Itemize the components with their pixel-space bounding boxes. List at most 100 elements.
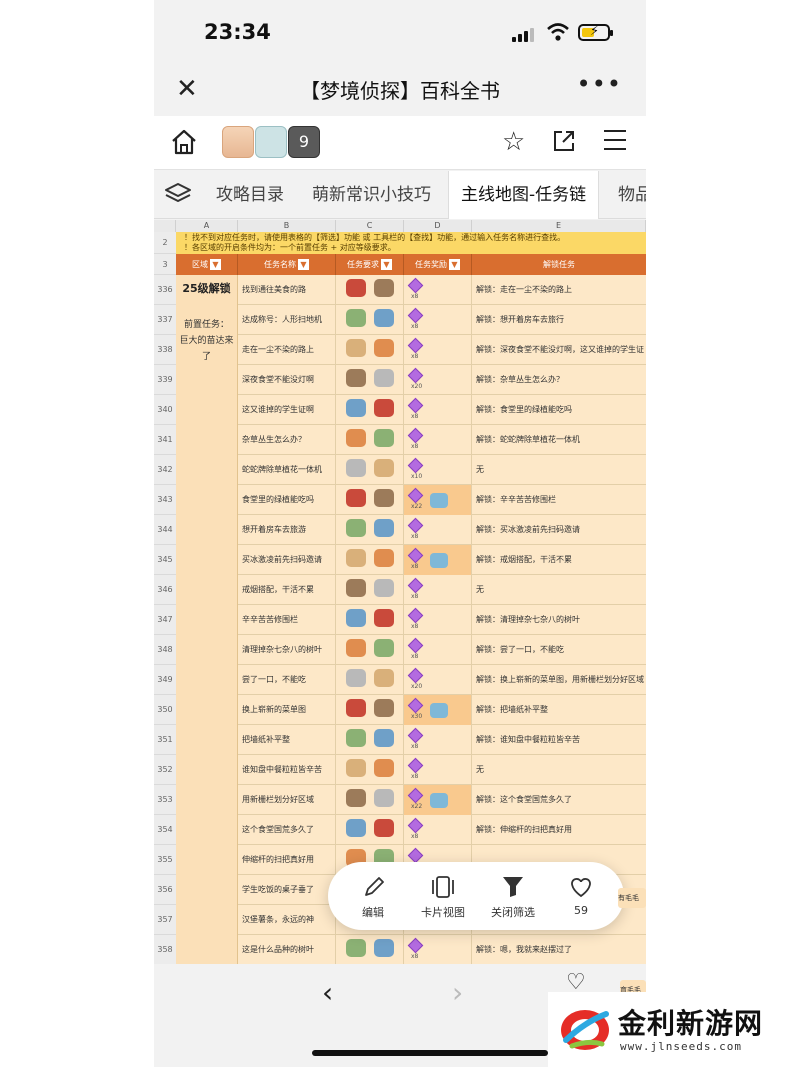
table-row[interactable]: 这是什么品种的树叶 x8 解锁：嗯，我就来赵摆过了 <box>238 935 646 964</box>
reward-cell[interactable]: x8 <box>404 635 472 665</box>
requirement-cell[interactable] <box>336 575 404 605</box>
unlock-cell[interactable]: 解锁：食堂里的绿植能吃吗 <box>472 395 646 425</box>
task-name-cell[interactable]: 这个食堂国荒多久了 <box>238 815 336 845</box>
home-indicator[interactable] <box>312 1050 548 1056</box>
table-row[interactable]: 换上崭新的菜单图 x30 解锁：把墙纸补平整 <box>238 695 646 725</box>
task-name-cell[interactable]: 尝了一口，不能吃 <box>238 665 336 695</box>
table-row[interactable]: 用新栅栏划分好区域 x22 解锁：这个食堂国荒多久了 <box>238 785 646 815</box>
requirement-cell[interactable] <box>336 605 404 635</box>
table-row[interactable]: 这又谁掉的学生证啊 x8 解锁：食堂里的绿植能吃吗 <box>238 395 646 425</box>
more-options-icon[interactable]: ••• <box>577 70 622 98</box>
row-header[interactable]: 345 <box>154 545 176 575</box>
filter-icon[interactable]: ▼ <box>449 259 460 270</box>
row-header[interactable]: 346 <box>154 575 176 605</box>
header-reward[interactable]: 任务奖励 ▼ <box>404 254 472 275</box>
row-header[interactable]: 2 <box>154 232 176 254</box>
header-requirement[interactable]: 任务要求 ▼ <box>336 254 404 275</box>
row-header[interactable]: 351 <box>154 725 176 755</box>
menu-icon[interactable] <box>604 130 626 152</box>
row-header[interactable]: 354 <box>154 815 176 845</box>
tab-main-map-quest-chain[interactable]: 主线地图-任务链 <box>448 171 600 219</box>
collaborator-avatar[interactable] <box>222 126 254 158</box>
unlock-cell[interactable]: 解锁：尝了一口，不能吃 <box>472 635 646 665</box>
task-name-cell[interactable]: 杂草丛生怎么办？ <box>238 425 336 455</box>
reward-cell[interactable]: x10 <box>404 455 472 485</box>
table-row[interactable]: 想开着房车去旅游 x8 解锁：买冰激凌前先扫码邀请 <box>238 515 646 545</box>
like-button[interactable]: 59 <box>546 862 616 930</box>
requirement-cell[interactable] <box>336 275 404 305</box>
tab-items[interactable]: 物品 <box>618 171 646 219</box>
unlock-cell[interactable]: 解锁：杂草丛生怎么办？ <box>472 365 646 395</box>
reward-cell[interactable]: x8 <box>404 335 472 365</box>
row-header[interactable]: 3 <box>154 254 176 275</box>
row-header[interactable]: 338 <box>154 335 176 365</box>
back-arrow-icon[interactable]: ‹ <box>322 976 333 1009</box>
task-name-cell[interactable]: 食堂里的绿植能吃吗 <box>238 485 336 515</box>
reward-cell[interactable]: x8 <box>404 545 472 575</box>
reward-cell[interactable]: x8 <box>404 305 472 335</box>
requirement-cell[interactable] <box>336 815 404 845</box>
collaborator-avatar[interactable] <box>255 126 287 158</box>
filter-icon[interactable]: ▼ <box>210 259 221 270</box>
region-cell[interactable]: 25级解锁 前置任务： 巨大的苗达来了 <box>176 275 238 964</box>
reward-cell[interactable]: x8 <box>404 395 472 425</box>
unlock-cell[interactable]: 无 <box>472 455 646 485</box>
row-header[interactable]: 348 <box>154 635 176 665</box>
unlock-cell[interactable]: 解锁：换上崭新的菜单图，用新栅栏划分好区域 <box>472 665 646 695</box>
row-header[interactable]: 349 <box>154 665 176 695</box>
task-name-cell[interactable]: 找到通往美食的路 <box>238 275 336 305</box>
reward-cell[interactable]: x8 <box>404 755 472 785</box>
unlock-cell[interactable]: 解锁：蛇蛇牌除草植花一体机 <box>472 425 646 455</box>
reward-cell[interactable]: x30 <box>404 695 472 725</box>
row-header[interactable]: 344 <box>154 515 176 545</box>
column-header[interactable]: B <box>238 220 336 232</box>
reward-cell[interactable]: x8 <box>404 575 472 605</box>
requirement-cell[interactable] <box>336 755 404 785</box>
requirement-cell[interactable] <box>336 695 404 725</box>
task-name-cell[interactable]: 汉堡薯条，永远的神 <box>238 905 336 935</box>
row-header[interactable]: 347 <box>154 605 176 635</box>
task-name-cell[interactable]: 清理掉杂七杂八的树叶 <box>238 635 336 665</box>
task-name-cell[interactable]: 这又谁掉的学生证啊 <box>238 395 336 425</box>
unlock-cell[interactable]: 解锁：辛辛苦苦修围栏 <box>472 485 646 515</box>
row-header[interactable]: 342 <box>154 455 176 485</box>
unlock-cell[interactable]: 解锁：清理掉杂七杂八的树叶 <box>472 605 646 635</box>
requirement-cell[interactable] <box>336 365 404 395</box>
row-header[interactable]: 340 <box>154 395 176 425</box>
reward-cell[interactable]: x8 <box>404 815 472 845</box>
row-header[interactable]: 336 <box>154 275 176 305</box>
row-header[interactable]: 352 <box>154 755 176 785</box>
requirement-cell[interactable] <box>336 335 404 365</box>
reward-cell[interactable]: x8 <box>404 935 472 964</box>
table-row[interactable]: 找到通往美食的路 x8 解锁：走在一尘不染的路上 <box>238 275 646 305</box>
row-header[interactable]: 355 <box>154 845 176 875</box>
task-name-cell[interactable]: 谁知盘中餐粒粒皆辛苦 <box>238 755 336 785</box>
row-header[interactable]: 339 <box>154 365 176 395</box>
reward-cell[interactable]: x22 <box>404 485 472 515</box>
table-row[interactable]: 清理掉杂七杂八的树叶 x8 解锁：尝了一口，不能吃 <box>238 635 646 665</box>
reward-cell[interactable]: x20 <box>404 365 472 395</box>
requirement-cell[interactable] <box>336 455 404 485</box>
task-name-cell[interactable]: 用新栅栏划分好区域 <box>238 785 336 815</box>
unlock-cell[interactable]: 解锁：走在一尘不染的路上 <box>472 275 646 305</box>
row-header[interactable]: 357 <box>154 905 176 935</box>
row-header[interactable]: 350 <box>154 695 176 725</box>
table-row[interactable]: 戒烟搭配，干活不累 x8 无 <box>238 575 646 605</box>
task-name-cell[interactable]: 这是什么品种的树叶 <box>238 935 336 964</box>
table-row[interactable]: 这个食堂国荒多久了 x8 解锁：伸缩杆的扫把真好用 <box>238 815 646 845</box>
unlock-cell[interactable]: 解锁：买冰激凌前先扫码邀请 <box>472 515 646 545</box>
requirement-cell[interactable] <box>336 635 404 665</box>
collaborator-avatar[interactable]: 9 <box>288 126 320 158</box>
table-row[interactable]: 蛇蛇牌除草植花一体机 x10 无 <box>238 455 646 485</box>
close-filter-button[interactable]: 关闭筛选 <box>478 862 548 930</box>
task-name-cell[interactable]: 伸缩杆的扫把真好用 <box>238 845 336 875</box>
layers-icon[interactable] <box>164 181 192 207</box>
requirement-cell[interactable] <box>336 485 404 515</box>
header-region[interactable]: 区域 ▼ <box>176 254 238 275</box>
row-header[interactable]: 343 <box>154 485 176 515</box>
reward-cell[interactable]: x22 <box>404 785 472 815</box>
unlock-cell[interactable]: 无 <box>472 755 646 785</box>
column-header[interactable]: E <box>472 220 646 232</box>
reward-cell[interactable]: x8 <box>404 275 472 305</box>
filter-icon[interactable]: ▼ <box>298 259 309 270</box>
